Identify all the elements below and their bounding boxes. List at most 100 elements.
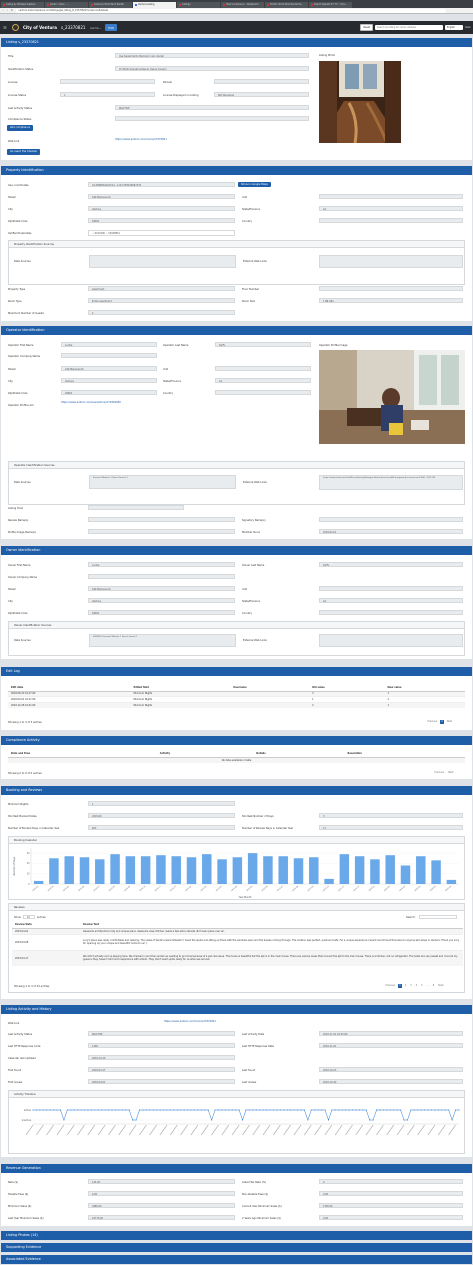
operator-country-field[interactable] bbox=[215, 389, 311, 396]
user-menu[interactable]: Allen bbox=[465, 26, 471, 29]
page-button[interactable]: 8 bbox=[431, 984, 435, 988]
edit-button[interactable]: Edit bbox=[105, 24, 117, 31]
booking-calendar-header[interactable]: Booking Calendar bbox=[9, 837, 464, 844]
next-page-button[interactable]: Next bbox=[445, 720, 453, 724]
activity-header[interactable]: Listing Activity and History bbox=[1, 1005, 472, 1014]
review-names-field[interactable] bbox=[88, 516, 235, 523]
menu-icon[interactable]: ☰ bbox=[3, 25, 8, 30]
operator-external-field[interactable]: https://www.airnb.com/info/Neru-Housing/… bbox=[319, 475, 463, 490]
add-compliance-button[interactable]: Add compliance bbox=[7, 125, 33, 131]
entries-select[interactable]: 10 bbox=[23, 914, 35, 919]
id-status-select[interactable]: Ct (Multi Operators/Owner Owner Known) bbox=[115, 65, 309, 72]
property-type-field[interactable]: Apartment bbox=[88, 285, 235, 292]
operator-city-field[interactable]: Ventura bbox=[61, 377, 157, 384]
last-activity-field[interactable]: INACTIVE bbox=[115, 104, 309, 111]
listing-section-header[interactable]: Listing s_23370821 bbox=[1, 38, 472, 47]
owner-city-field[interactable]: Ventura bbox=[88, 597, 235, 604]
previous-page-button[interactable]: Previous bbox=[433, 771, 446, 775]
owner-country-field[interactable] bbox=[319, 609, 463, 616]
license-status-field[interactable]: 1 bbox=[60, 91, 155, 98]
owner-external-field[interactable] bbox=[319, 634, 463, 647]
last-found-field[interactable]: 2018-10-23 bbox=[319, 1066, 463, 1073]
page-button[interactable]: 1 bbox=[439, 720, 445, 724]
booked-days-field[interactable]: 603 bbox=[88, 824, 235, 831]
license-displayed-field[interactable]: Not Displayed bbox=[214, 91, 309, 98]
operator-company-field[interactable] bbox=[61, 352, 157, 359]
goto-menu[interactable]: Go to... bbox=[90, 26, 101, 30]
owner-first-field[interactable]: Lucille bbox=[88, 561, 235, 568]
activity-web-link[interactable]: https://www.airbnb.com/rooms/23370821 bbox=[164, 1020, 216, 1023]
back-icon[interactable]: ‹ bbox=[2, 9, 5, 12]
unit-field[interactable] bbox=[319, 193, 463, 200]
city-field[interactable]: Ventura bbox=[88, 205, 235, 212]
booking-header[interactable]: Booking and Reviews bbox=[1, 786, 472, 795]
previous-page-button[interactable]: Previous bbox=[384, 984, 397, 988]
operator-last-field[interactable]: Duffy bbox=[215, 341, 311, 348]
operator-section-header[interactable]: Operator Identification bbox=[1, 326, 472, 335]
listing-photo[interactable] bbox=[319, 61, 401, 143]
operator-state-field[interactable]: CA bbox=[215, 377, 311, 384]
operator-profile-link[interactable]: https://www.airbnb.com/users/show/172849… bbox=[61, 401, 121, 404]
go-checker-button[interactable]: Go reach the Checker bbox=[7, 149, 41, 155]
shortest-days-field[interactable]: 3 bbox=[319, 812, 463, 819]
data-sources-field[interactable] bbox=[89, 255, 236, 268]
reset-button[interactable]: Reset bbox=[360, 24, 374, 31]
page-button[interactable]: 2 bbox=[403, 984, 407, 988]
google-maps-button[interactable]: Show in Google Maps bbox=[238, 181, 271, 187]
page-button[interactable]: 3 bbox=[409, 984, 413, 988]
owner-section-header[interactable]: Owner Identification bbox=[1, 546, 472, 555]
last-review-field[interactable]: 2018-10-30 bbox=[319, 1078, 463, 1085]
listing-host-field[interactable] bbox=[88, 504, 184, 511]
listing-search-input[interactable]: Search by listing ID, name, address bbox=[375, 25, 444, 30]
tax-rate-field[interactable]: 0 bbox=[319, 1178, 463, 1185]
external-links-field[interactable] bbox=[319, 255, 463, 268]
operator-profile-image[interactable] bbox=[319, 350, 465, 444]
zip-field[interactable]: 93001 bbox=[88, 217, 235, 224]
owner-state-field[interactable]: CA bbox=[319, 597, 463, 604]
previous-page-button[interactable]: Previous bbox=[426, 720, 439, 724]
last-status-field[interactable]: INACTIVE bbox=[88, 1030, 235, 1037]
max-guests-field[interactable]: 2 bbox=[88, 309, 235, 316]
review-days-field[interactable]: 11 bbox=[319, 824, 463, 831]
operator-first-field[interactable]: Lucille bbox=[61, 341, 157, 348]
owner-street-field[interactable]: 440 Mariposa Dr bbox=[88, 585, 235, 592]
title-field[interactable]: Use Swale family Bedroom cozy dental bbox=[115, 52, 309, 59]
geo-field[interactable]: 34.2898654101514, -119.2783246587243 bbox=[88, 181, 235, 188]
member-since-field[interactable]: 2018-02-01 bbox=[319, 528, 463, 535]
operator-street-field[interactable]: 440 Mariposa Dr bbox=[61, 365, 157, 372]
taxable-fees-field[interactable]: 0.00 bbox=[88, 1190, 235, 1197]
license-field[interactable] bbox=[60, 78, 155, 85]
street-field[interactable]: 440 Mariposa Dr bbox=[88, 193, 235, 200]
owner-company-field[interactable] bbox=[88, 573, 235, 580]
min-nights-field[interactable]: 1 bbox=[88, 800, 235, 807]
http-date-field[interactable]: 2018-11-01 bbox=[319, 1042, 463, 1049]
floor-field[interactable] bbox=[319, 285, 463, 292]
profile-image-names-field[interactable] bbox=[88, 528, 235, 535]
reviews-search-input[interactable] bbox=[419, 914, 457, 919]
ly-min-sales-field[interactable]: 22770.00 bbox=[88, 1214, 235, 1221]
operator-zip-field[interactable]: 93001 bbox=[61, 389, 157, 396]
operator-unit-field[interactable] bbox=[215, 365, 311, 372]
operator-sources-header[interactable]: Operator Identification Sources bbox=[9, 462, 464, 469]
owner-data-sources-field[interactable]: 6085801 External Website 1 Parcel Search… bbox=[89, 634, 236, 647]
reload-icon[interactable]: ↻ bbox=[11, 9, 14, 12]
next-page-button[interactable]: Next bbox=[447, 771, 455, 775]
room-size-field[interactable]: 1 BR 1BA bbox=[319, 297, 463, 304]
forward-icon[interactable]: › bbox=[6, 9, 9, 12]
owner-sources-header[interactable]: Owner Identification Sources bbox=[9, 622, 464, 629]
signatory-field[interactable] bbox=[319, 516, 463, 523]
reviews-header[interactable]: Reviews bbox=[9, 904, 464, 911]
verified-duplicates-field[interactable]: ✓ 6011896 ✓ 54048851 bbox=[88, 230, 235, 236]
compliance-field[interactable] bbox=[115, 115, 309, 122]
page-button[interactable]: 4 bbox=[414, 984, 418, 988]
min-sales-field[interactable]: 3680.00 bbox=[88, 1202, 235, 1209]
edit-log-header[interactable]: Edit Log bbox=[1, 667, 472, 676]
owner-last-field[interactable]: Duffy bbox=[319, 561, 463, 568]
property-sources-header[interactable]: Property Identification Sources bbox=[9, 241, 464, 248]
first-review-field[interactable]: 2018-04-01 bbox=[88, 1078, 235, 1085]
next-page-button[interactable]: Next bbox=[437, 984, 445, 988]
parcels-field[interactable] bbox=[214, 78, 309, 85]
operator-data-sources-field[interactable]: External Website 1 Parcel Search 1 bbox=[89, 475, 236, 489]
rate-field[interactable]: 125.00 bbox=[88, 1178, 235, 1185]
web-link[interactable]: https://www.airbnb.com/rooms/23370821 bbox=[115, 138, 167, 141]
